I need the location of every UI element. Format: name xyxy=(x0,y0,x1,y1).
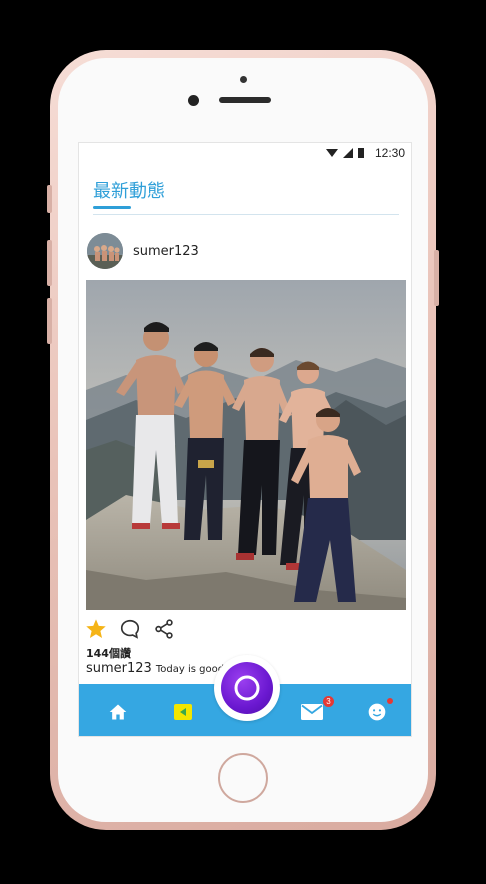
app-screen: 12:30 最新動態 sumer123 144個讚 sumer123 Today… xyxy=(78,142,412,737)
battery-icon xyxy=(357,148,364,158)
avatar[interactable] xyxy=(87,233,123,269)
share-icon[interactable] xyxy=(153,618,175,640)
record-icon xyxy=(234,675,260,701)
volume-up-button xyxy=(47,240,52,286)
page-title: 最新動態 xyxy=(93,181,165,202)
post-author[interactable]: sumer123 xyxy=(133,244,199,259)
profile-notification-dot xyxy=(387,698,393,704)
volume-down-button xyxy=(47,298,52,344)
title-underline xyxy=(93,206,131,209)
mute-switch xyxy=(47,185,52,213)
power-button xyxy=(434,250,439,306)
record-button[interactable] xyxy=(221,662,273,714)
nav-mail-button[interactable]: 3 xyxy=(300,696,334,724)
video-icon xyxy=(174,704,192,720)
cellular-signal-icon xyxy=(342,148,353,158)
record-button-ring xyxy=(214,655,280,721)
comment-icon[interactable] xyxy=(119,618,141,640)
likes-count: 144個讚 xyxy=(86,647,131,660)
status-bar: 12:30 xyxy=(79,143,411,163)
caption-username[interactable]: sumer123 xyxy=(86,661,152,676)
front-camera xyxy=(188,95,199,106)
earpiece-speaker xyxy=(219,97,271,103)
mail-icon xyxy=(301,704,323,720)
nav-video-button[interactable] xyxy=(171,700,195,724)
post-caption: sumer123 Today is good. xyxy=(86,661,227,676)
status-time: 12:30 xyxy=(374,146,405,160)
post-actions xyxy=(85,617,175,641)
home-icon xyxy=(109,704,127,720)
home-hardware-button[interactable] xyxy=(218,753,268,803)
header-divider xyxy=(93,214,399,215)
proximity-sensor xyxy=(240,76,247,83)
post-photo[interactable] xyxy=(86,280,406,610)
nav-profile-button[interactable] xyxy=(365,698,393,724)
nav-home-button[interactable] xyxy=(106,700,130,724)
mail-badge: 3 xyxy=(323,696,334,707)
profile-icon xyxy=(368,703,386,721)
wifi-icon xyxy=(325,149,338,157)
star-icon[interactable] xyxy=(85,618,107,640)
